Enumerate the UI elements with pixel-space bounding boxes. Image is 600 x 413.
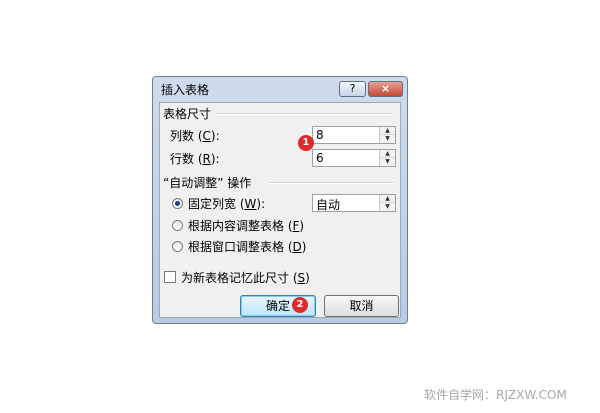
table-size-group-label: 表格尺寸 xyxy=(163,107,212,121)
group-divider xyxy=(216,113,394,115)
watermark: 软件自学网：RJZXW.COM xyxy=(424,388,567,402)
columns-label: 列数 (C): xyxy=(170,129,220,143)
fixed-width-down-arrow-icon[interactable]: ▼ xyxy=(380,203,395,211)
insert-table-dialog: 插入表格 ? × 表格尺寸 列数 (C): 8 ▲ ▼ 行数 (R): 6 ▲ … xyxy=(152,76,408,324)
rows-down-arrow-icon[interactable]: ▼ xyxy=(380,158,395,166)
step-marker-1: 1 xyxy=(298,135,314,151)
columns-spin-arrows: ▲ ▼ xyxy=(379,127,395,143)
fixed-width-radio[interactable] xyxy=(172,198,183,209)
remember-dimensions-label[interactable]: 为新表格记忆此尺寸 (S) xyxy=(181,269,310,286)
autofit-window-radio[interactable] xyxy=(172,241,183,252)
autofit-window-label[interactable]: 根据窗口调整表格 (D) xyxy=(188,238,306,255)
columns-down-arrow-icon[interactable]: ▼ xyxy=(380,135,395,143)
autofit-contents-label[interactable]: 根据内容调整表格 (F) xyxy=(188,217,304,234)
fixed-width-up-arrow-icon[interactable]: ▲ xyxy=(380,195,395,203)
close-button[interactable]: × xyxy=(368,81,403,97)
dialog-body: 表格尺寸 列数 (C): 8 ▲ ▼ 行数 (R): 6 ▲ ▼ “自动调整” … xyxy=(159,102,401,318)
fixed-width-spin-arrows: ▲ ▼ xyxy=(379,195,395,211)
rows-stepper[interactable]: 6 ▲ ▼ xyxy=(312,149,396,167)
help-button[interactable]: ? xyxy=(339,81,366,97)
title-bar[interactable]: 插入表格 ? × xyxy=(153,77,407,101)
fixed-width-stepper[interactable]: 自动 ▲ ▼ xyxy=(312,194,396,212)
remember-dimensions-checkbox[interactable] xyxy=(164,271,176,283)
rows-value: 6 xyxy=(316,151,324,165)
step-marker-2: 2 xyxy=(292,297,308,313)
rows-label: 行数 (R): xyxy=(170,152,220,166)
autofit-group-label: “自动调整” 操作 xyxy=(163,176,252,190)
rows-up-arrow-icon[interactable]: ▲ xyxy=(380,150,395,158)
fixed-width-label[interactable]: 固定列宽 (W): xyxy=(188,195,265,212)
cancel-button[interactable]: 取消 xyxy=(324,295,399,317)
group-divider xyxy=(268,182,394,184)
rows-spin-arrows: ▲ ▼ xyxy=(379,150,395,166)
fixed-width-value: 自动 xyxy=(316,198,341,212)
autofit-contents-radio[interactable] xyxy=(172,220,183,231)
dialog-title: 插入表格 xyxy=(161,83,210,97)
columns-stepper[interactable]: 8 ▲ ▼ xyxy=(312,126,396,144)
columns-value: 8 xyxy=(316,128,324,142)
columns-up-arrow-icon[interactable]: ▲ xyxy=(380,127,395,135)
